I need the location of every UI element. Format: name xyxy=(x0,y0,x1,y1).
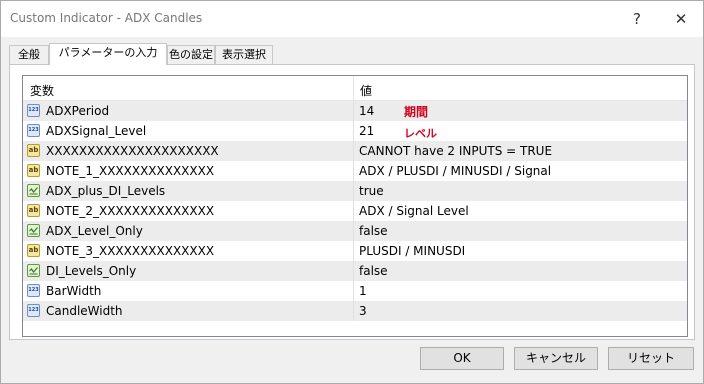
row-divider xyxy=(353,141,354,161)
param-value[interactable]: true xyxy=(359,184,384,198)
window-title: Custom Indicator - ADX Candles xyxy=(10,11,203,25)
param-value[interactable]: 14 xyxy=(359,104,374,118)
param-name: NOTE_3_XXXXXXXXXXXXXX xyxy=(46,244,215,258)
param-value[interactable]: ADX / Signal Level xyxy=(359,204,469,218)
table-row[interactable]: CandleWidth 3 xyxy=(23,301,687,321)
param-value[interactable]: PLUSDI / MINUSDI xyxy=(359,244,465,258)
table-row[interactable]: ADX_Level_Only false xyxy=(23,221,687,241)
row-divider xyxy=(353,261,354,281)
integer-icon xyxy=(27,104,40,117)
string-icon xyxy=(27,244,40,257)
annotation-period: 期間 xyxy=(404,105,429,119)
integer-icon xyxy=(27,124,40,137)
column-divider[interactable] xyxy=(353,76,354,100)
row-divider xyxy=(353,121,354,141)
string-icon xyxy=(27,144,40,157)
cancel-button[interactable]: キャンセル xyxy=(514,347,598,370)
parameters-grid: 変数 値 ADXPeriod 14 ADXSignal_Level 21 XXX… xyxy=(22,75,688,337)
string-icon xyxy=(27,204,40,217)
annotation-level: レベル xyxy=(404,127,437,140)
param-value[interactable]: ADX / PLUSDI / MINUSDI / Signal xyxy=(359,164,551,178)
table-row[interactable]: ADXSignal_Level 21 xyxy=(23,121,687,141)
column-header-variable[interactable]: 変数 xyxy=(30,82,54,99)
table-row[interactable]: ADXPeriod 14 xyxy=(23,101,687,121)
param-name: DI_Levels_Only xyxy=(46,264,137,278)
ok-button[interactable]: OK xyxy=(420,347,504,370)
grid-header: 変数 値 xyxy=(23,76,687,101)
row-divider xyxy=(353,221,354,241)
table-row[interactable]: BarWidth 1 xyxy=(23,281,687,301)
tab-general[interactable]: 全般 xyxy=(9,45,49,64)
param-name: CandleWidth xyxy=(46,304,123,318)
param-name: XXXXXXXXXXXXXXXXXXXXX xyxy=(46,144,219,158)
param-name: NOTE_2_XXXXXXXXXXXXXX xyxy=(46,204,215,218)
row-divider xyxy=(353,241,354,261)
boolean-icon xyxy=(27,184,40,197)
table-row[interactable]: DI_Levels_Only false xyxy=(23,261,687,281)
table-row[interactable]: NOTE_1_XXXXXXXXXXXXXX ADX / PLUSDI / MIN… xyxy=(23,161,687,181)
tab-input-parameters[interactable]: パラメーターの入力 xyxy=(49,43,167,65)
param-name: BarWidth xyxy=(46,284,102,298)
custom-indicator-dialog: Custom Indicator - ADX Candles ? ✕ 全般 パラ… xyxy=(0,0,704,384)
table-row[interactable]: XXXXXXXXXXXXXXXXXXXXX CANNOT have 2 INPU… xyxy=(23,141,687,161)
table-row[interactable]: NOTE_3_XXXXXXXXXXXXXX PLUSDI / MINUSDI xyxy=(23,241,687,261)
row-divider xyxy=(353,281,354,301)
help-button[interactable]: ? xyxy=(624,8,650,30)
row-divider xyxy=(353,201,354,221)
integer-icon xyxy=(27,304,40,317)
param-value[interactable]: 21 xyxy=(359,124,374,138)
param-name: NOTE_1_XXXXXXXXXXXXXX xyxy=(46,164,215,178)
row-divider xyxy=(353,301,354,321)
string-icon xyxy=(27,164,40,177)
param-name: ADXSignal_Level xyxy=(46,124,147,138)
tab-colors[interactable]: 色の設定 xyxy=(167,45,215,64)
param-value[interactable]: false xyxy=(359,264,388,278)
param-name: ADXPeriod xyxy=(46,104,110,118)
row-divider xyxy=(353,181,354,201)
row-divider xyxy=(353,101,354,121)
close-button[interactable]: ✕ xyxy=(665,8,697,30)
param-value[interactable]: CANNOT have 2 INPUTS = TRUE xyxy=(359,144,552,158)
table-row[interactable]: NOTE_2_XXXXXXXXXXXXXX ADX / Signal Level xyxy=(23,201,687,221)
row-divider xyxy=(353,161,354,181)
boolean-icon xyxy=(27,264,40,277)
integer-icon xyxy=(27,284,40,297)
reset-button[interactable]: リセット xyxy=(608,347,694,370)
boolean-icon xyxy=(27,224,40,237)
title-bar: Custom Indicator - ADX Candles ? ✕ xyxy=(1,1,703,37)
table-row[interactable]: ADX_plus_DI_Levels true xyxy=(23,181,687,201)
tab-visualization[interactable]: 表示選択 xyxy=(215,45,273,64)
param-value[interactable]: false xyxy=(359,224,388,238)
param-value[interactable]: 1 xyxy=(359,284,367,298)
param-name: ADX_Level_Only xyxy=(46,224,143,238)
param-name: ADX_plus_DI_Levels xyxy=(46,184,166,198)
param-value[interactable]: 3 xyxy=(359,304,367,318)
column-header-value[interactable]: 値 xyxy=(360,82,372,99)
parameters-panel: 変数 値 ADXPeriod 14 ADXSignal_Level 21 XXX… xyxy=(9,64,695,340)
